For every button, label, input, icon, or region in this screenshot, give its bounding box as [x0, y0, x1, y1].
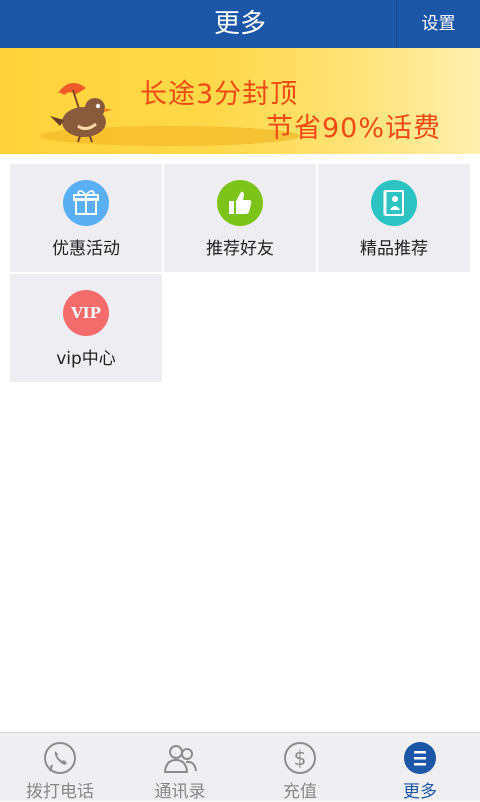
- contacts-icon: [163, 745, 197, 773]
- menu-icon: [404, 742, 436, 774]
- promo-banner[interactable]: 长途3分封顶 节省90%话费: [0, 48, 480, 154]
- tile-label: 优惠活动: [52, 239, 120, 259]
- recommend-friends-tile[interactable]: 推荐好友: [164, 164, 316, 272]
- vip-icon-text: VIP: [71, 304, 101, 322]
- tab-dial[interactable]: 拨打电话: [0, 733, 120, 802]
- svg-text:$: $: [294, 746, 307, 770]
- tile-label: 精品推荐: [360, 239, 428, 259]
- feature-grid: 优惠活动 推荐好友 精品推荐 VIP vip中心: [10, 164, 470, 384]
- app-book-icon: [371, 180, 417, 226]
- vip-center-tile[interactable]: VIP vip中心: [10, 274, 162, 382]
- settings-button[interactable]: 设置: [397, 0, 480, 48]
- banner-subline: 节省90%话费: [266, 113, 442, 144]
- phone-icon: [44, 742, 76, 774]
- bottom-tab-bar: 拨打电话 通讯录 $ 充值 更多: [0, 732, 480, 802]
- tab-label: 拨打电话: [26, 782, 94, 802]
- tile-label: 推荐好友: [206, 239, 274, 259]
- tile-label: vip中心: [56, 349, 116, 369]
- tab-label: 充值: [283, 782, 317, 802]
- tab-label: 通讯录: [154, 782, 206, 802]
- thumbs-up-icon: [217, 180, 263, 226]
- promotions-tile[interactable]: 优惠活动: [10, 164, 162, 272]
- header-bar: 更多 设置: [0, 0, 480, 48]
- tab-label: 更多: [403, 782, 437, 802]
- tab-more[interactable]: 更多: [360, 733, 480, 802]
- featured-apps-tile[interactable]: 精品推荐: [318, 164, 470, 272]
- dollar-icon: $: [284, 742, 316, 774]
- tab-recharge[interactable]: $ 充值: [240, 733, 360, 802]
- vip-icon: VIP: [63, 290, 109, 336]
- tab-contacts[interactable]: 通讯录: [120, 733, 240, 802]
- gift-icon: [63, 180, 109, 226]
